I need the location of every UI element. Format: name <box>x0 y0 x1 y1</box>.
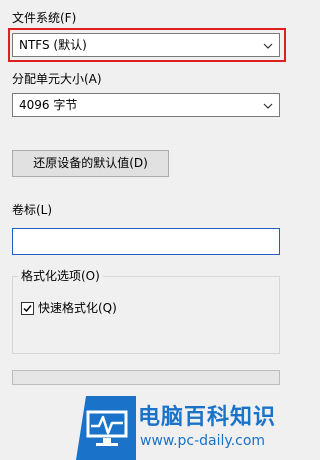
allocation-select-value: 4096 字节 <box>19 98 78 112</box>
chevron-down-icon <box>263 103 273 109</box>
restore-defaults-button[interactable]: 还原设备的默认值(D) <box>12 150 169 177</box>
format-options-title: 格式化选项(O) <box>18 268 103 284</box>
chevron-down-icon <box>263 43 273 49</box>
watermark-url: www.pc-daily.com <box>140 433 266 449</box>
quick-format-checkbox[interactable] <box>21 302 34 315</box>
watermark-title: 电脑百科知识 <box>138 405 277 430</box>
quick-format-label[interactable]: 快速格式化(Q) <box>38 300 117 316</box>
allocation-select[interactable]: 4096 字节 <box>12 93 280 117</box>
filesystem-select[interactable]: NTFS (默认) <box>12 33 280 57</box>
allocation-label: 分配单元大小(A) <box>12 72 102 86</box>
volume-label: 卷标(L) <box>12 203 53 217</box>
format-progress-bar <box>12 370 280 385</box>
checkmark-icon <box>23 305 32 313</box>
filesystem-select-value: NTFS (默认) <box>19 38 87 52</box>
volume-label-input[interactable] <box>12 228 280 255</box>
format-dialog: 文件系统(F) NTFS (默认) 分配单元大小(A) 4096 字节 还原设备… <box>0 0 292 460</box>
monitor-pulse-icon <box>76 396 136 460</box>
filesystem-label: 文件系统(F) <box>12 11 77 25</box>
